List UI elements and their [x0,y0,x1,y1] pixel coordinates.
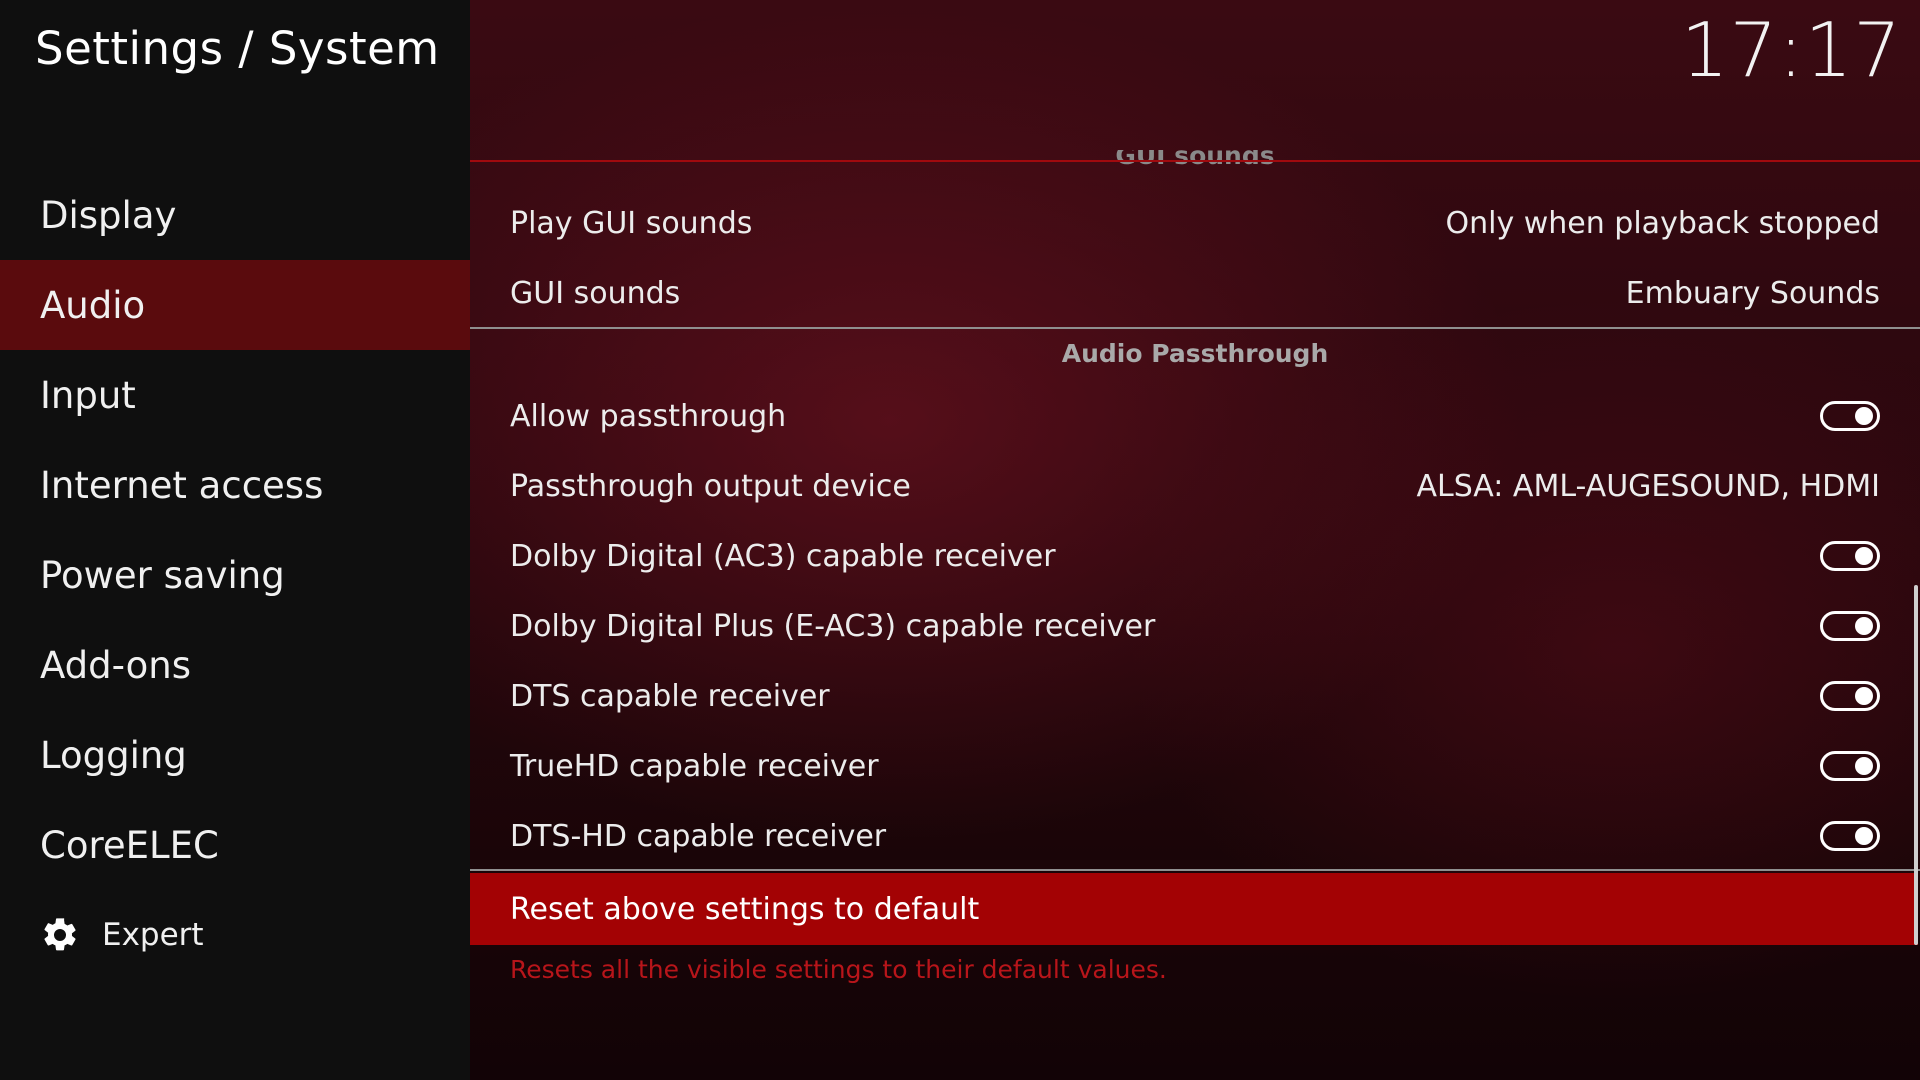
settings-list-panel: 17:17 GUI sounds Play GUI sounds Only wh… [470,0,1920,1080]
setting-label: Dolby Digital (AC3) capable receiver [510,538,1056,574]
setting-value: Only when playback stopped [1445,205,1881,241]
toggle-knob [1855,757,1873,775]
setting-gui-sounds[interactable]: GUI sounds Embuary Sounds [470,258,1920,328]
setting-label: Play GUI sounds [510,205,753,241]
setting-dtshd-receiver[interactable]: DTS-HD capable receiver [470,801,1920,871]
sidebar-item-add-ons[interactable]: Add-ons [0,620,470,710]
setting-eac3-receiver[interactable]: Dolby Digital Plus (E-AC3) capable recei… [470,591,1920,661]
sidebar-item-input[interactable]: Input [0,350,470,440]
sidebar: Settings / System Display Audio Input In… [0,0,470,1080]
sidebar-item-display[interactable]: Display [0,170,470,260]
setting-label: TrueHD capable receiver [510,748,879,784]
setting-allow-passthrough[interactable]: Allow passthrough [470,381,1920,451]
toggle-knob [1855,827,1873,845]
settings-window: Settings / System Display Audio Input In… [0,0,1920,1080]
section-header-audio-passthrough: Audio Passthrough [1061,339,1329,368]
sidebar-item-audio[interactable]: Audio [0,260,470,350]
sidebar-item-internet-access[interactable]: Internet access [0,440,470,530]
section-divider [470,327,1920,329]
clock: 17:17 [1680,6,1902,94]
setting-description: Resets all the visible settings to their… [510,955,1167,984]
toggle-switch-on[interactable] [1820,751,1880,781]
setting-truehd-receiver[interactable]: TrueHD capable receiver [470,731,1920,801]
sidebar-item-coreelec[interactable]: CoreELEC [0,800,470,890]
toggle-knob [1855,617,1873,635]
sidebar-item-logging[interactable]: Logging [0,710,470,800]
setting-passthrough-output-device[interactable]: Passthrough output device ALSA: AML-AUGE… [470,451,1920,521]
list-top-divider [470,160,1920,162]
toggle-switch-on[interactable] [1820,401,1880,431]
section-header-gui-sounds: GUI sounds [470,150,1920,180]
setting-value: ALSA: AML-AUGESOUND, HDMI [1416,468,1880,504]
toggle-switch-on[interactable] [1820,611,1880,641]
setting-label: GUI sounds [510,275,681,311]
gear-icon [40,915,80,955]
setting-value: Embuary Sounds [1625,275,1880,311]
settings-level-button[interactable]: Expert [0,900,470,970]
toggle-switch-on[interactable] [1820,541,1880,571]
setting-label: Passthrough output device [510,468,911,504]
setting-label: Allow passthrough [510,398,787,434]
page-title: Settings / System [35,22,440,75]
scrollbar[interactable] [1914,585,1918,945]
section-divider [470,869,1920,871]
settings-level-label: Expert [102,917,204,953]
setting-label: Dolby Digital Plus (E-AC3) capable recei… [510,608,1156,644]
toggle-knob [1855,547,1873,565]
settings-category-list: Display Audio Input Internet access Powe… [0,170,470,970]
setting-label: DTS capable receiver [510,678,830,714]
setting-play-gui-sounds[interactable]: Play GUI sounds Only when playback stopp… [470,188,1920,258]
setting-ac3-receiver[interactable]: Dolby Digital (AC3) capable receiver [470,521,1920,591]
setting-label: DTS-HD capable receiver [510,818,887,854]
toggle-switch-on[interactable] [1820,681,1880,711]
toggle-knob [1855,687,1873,705]
reset-settings-button[interactable]: Reset above settings to default [470,873,1918,945]
sidebar-item-power-saving[interactable]: Power saving [0,530,470,620]
setting-dts-receiver[interactable]: DTS capable receiver [470,661,1920,731]
toggle-switch-on[interactable] [1820,821,1880,851]
toggle-knob [1855,407,1873,425]
